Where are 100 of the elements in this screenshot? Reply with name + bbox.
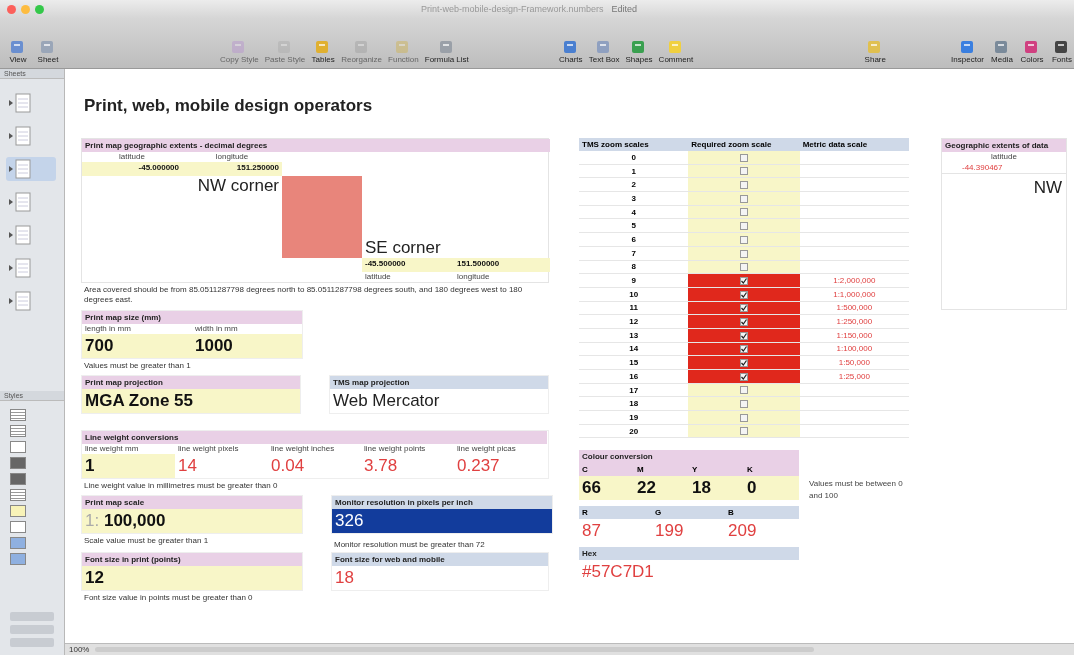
checkbox[interactable] — [740, 222, 748, 231]
table-style-swatch[interactable] — [10, 409, 26, 421]
table-style-swatch[interactable] — [10, 505, 26, 517]
table-style-swatch[interactable] — [10, 425, 26, 437]
input-field[interactable]: 1 — [82, 453, 175, 478]
checkbox[interactable] — [740, 359, 748, 368]
tile-icon — [994, 40, 1010, 54]
input-field[interactable]: 12 — [82, 565, 302, 590]
input-field[interactable]: MGA Zone 55 — [82, 388, 300, 413]
toolbar-button[interactable]: Share — [863, 40, 888, 64]
field-label: latitude — [990, 152, 1018, 162]
checkbox[interactable] — [740, 276, 748, 285]
field-label: line weight mm — [84, 443, 140, 454]
field-label: longitude — [214, 152, 250, 162]
checkbox[interactable] — [740, 290, 748, 299]
note-text: Monitor resolution must be greater than 72 — [333, 539, 486, 552]
table-cell: 1:500,000 — [836, 303, 873, 313]
table-style-swatch[interactable] — [10, 457, 26, 469]
checkbox[interactable] — [740, 304, 748, 313]
table-cell: 1:150,000 — [836, 330, 873, 340]
checkbox[interactable] — [740, 386, 748, 395]
input-field[interactable]: -45.000000 — [82, 162, 182, 176]
section-header: Font size in print (points) — [82, 552, 302, 566]
checkbox[interactable] — [740, 249, 748, 258]
section-header: Print map geographic extents - decimal degrees — [82, 139, 550, 152]
input-field[interactable]: 18 — [689, 476, 744, 501]
note-text: Line weight value in millimetres must be greater than 0 — [83, 479, 279, 492]
note-text: Scale value must be greater than 1 — [83, 535, 210, 548]
toolbar-button[interactable]: Fonts — [1050, 40, 1074, 64]
toolbar-button[interactable]: Text Box — [588, 40, 620, 64]
zoom-level[interactable]: 100% — [69, 645, 90, 654]
tile-icon — [562, 40, 579, 54]
toolbar-button[interactable]: Sheet — [36, 40, 60, 64]
value-cell-text: 209 — [727, 520, 758, 543]
table-style-swatch[interactable] — [10, 473, 26, 485]
section-header: Monitor resolution in pixels per inch — [332, 496, 552, 510]
section-header: Font size for web and mobile — [332, 552, 548, 566]
note-text: Values must be greater than 1 — [83, 360, 192, 373]
note-text: Values must be between 0 and 100 — [809, 478, 904, 501]
checkbox[interactable] — [740, 167, 748, 176]
corner-label: NW — [1033, 178, 1062, 197]
checkbox[interactable] — [740, 331, 748, 340]
toolbar-button[interactable]: Shapes — [625, 40, 653, 64]
tile-icon — [40, 40, 56, 54]
toolbar-button[interactable]: Inspector — [951, 40, 984, 64]
tile-icon — [438, 40, 455, 54]
input-field[interactable]: 22 — [634, 476, 689, 501]
checkbox[interactable] — [740, 372, 748, 381]
input-field[interactable]: 0 — [744, 476, 799, 501]
input-field[interactable]: -45.500000 — [362, 258, 454, 272]
checkbox[interactable] — [740, 235, 748, 244]
checkbox[interactable] — [740, 208, 748, 217]
input-field[interactable]: 700 — [82, 334, 192, 359]
table-style-swatch[interactable] — [10, 489, 26, 501]
tile-icon — [959, 40, 976, 54]
field-label: line weight points — [363, 443, 427, 454]
sheet-item[interactable] — [6, 157, 56, 181]
checkbox[interactable] — [740, 318, 748, 326]
checkbox[interactable] — [740, 400, 748, 409]
toolbar-button[interactable]: View — [6, 40, 30, 64]
toolbar-button[interactable]: Formula List — [424, 40, 469, 64]
field-label: line weight inches — [270, 443, 336, 454]
column-header: TMS zoom scales — [579, 138, 689, 151]
table-style-swatch[interactable] — [10, 441, 26, 453]
tile-icon — [667, 40, 684, 54]
toolbar-button[interactable]: Comment — [658, 40, 694, 64]
table-cell: 1:250,000 — [836, 317, 873, 327]
section-header: Geographic extents of data — [942, 139, 1066, 152]
checkbox[interactable] — [740, 345, 748, 354]
window-title: Print-web-mobile-design-Framework.numbers — [420, 4, 604, 14]
input-field[interactable]: 1: 100,000 — [82, 509, 302, 534]
checkbox[interactable] — [740, 263, 748, 272]
field-label: M — [636, 464, 645, 477]
field-label: width in mm — [194, 324, 239, 335]
checkbox[interactable] — [740, 427, 748, 436]
input-field[interactable]: 151.250000 — [182, 162, 282, 176]
section-header: Print map scale — [82, 496, 302, 510]
checkbox[interactable] — [740, 153, 748, 162]
input-field[interactable]: 326 — [332, 509, 552, 534]
checkbox[interactable] — [740, 194, 748, 203]
table-style-swatch[interactable] — [10, 553, 26, 565]
checkbox[interactable] — [740, 181, 748, 190]
section-header: Colour conversion — [581, 451, 654, 464]
input-field[interactable]: 66 — [579, 476, 634, 501]
toolbar-button[interactable]: Charts — [558, 40, 583, 64]
field-label: latitude — [364, 272, 392, 282]
input-field[interactable]: 1000 — [192, 334, 302, 359]
section-header: Print map projection — [82, 375, 300, 389]
toolbar-button[interactable]: Tables — [311, 40, 336, 64]
corner-label: SE corner — [364, 238, 442, 258]
toolbar-button[interactable]: Media — [990, 40, 1014, 64]
table-style-swatch[interactable] — [10, 537, 26, 549]
tile-icon — [276, 40, 293, 54]
input-field[interactable]: 151.500000 — [454, 258, 550, 272]
column-header: Metric data scale — [799, 138, 909, 151]
checkbox[interactable] — [740, 413, 748, 422]
table-cell: 1:50,000 — [838, 358, 870, 368]
section-header: Line weight conversions — [82, 430, 547, 444]
toolbar-button[interactable]: Colors — [1020, 40, 1044, 64]
table-style-swatch[interactable] — [10, 521, 26, 533]
